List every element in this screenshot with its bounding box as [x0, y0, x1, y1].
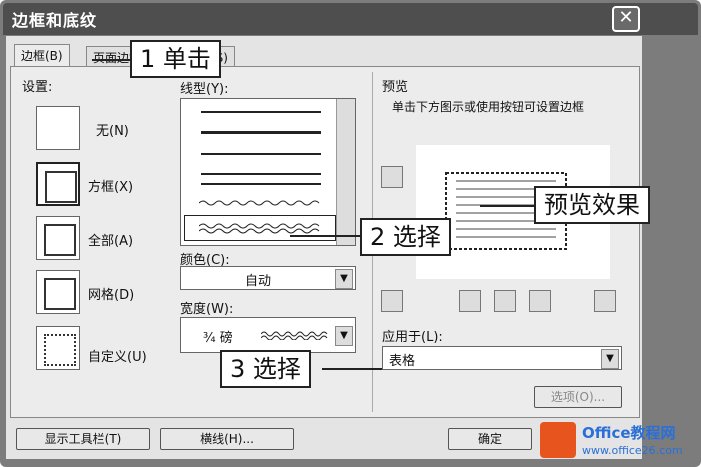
line-style-option[interactable] [201, 183, 321, 185]
line-style-option[interactable] [201, 131, 321, 134]
options-button[interactable]: 选项(O)... [534, 386, 622, 408]
line-style-label: 线型(Y): [180, 82, 229, 97]
left-border-icon[interactable] [459, 290, 481, 312]
selected-wavy-option[interactable] [184, 215, 336, 241]
callout-select-apply: 3 选择 [220, 350, 311, 388]
logo-url: www.office26.com [582, 444, 683, 457]
width-value: ¾ 磅 [203, 331, 233, 346]
setting-box-label[interactable]: 方框(X) [88, 176, 133, 195]
line-style-option[interactable] [201, 173, 321, 175]
settings-header: 设置: [22, 80, 53, 95]
line-style-scrollbar[interactable] [336, 99, 355, 245]
setting-grid-label[interactable]: 网格(D) [88, 284, 134, 303]
chevron-down-icon[interactable]: ▼ [601, 349, 619, 369]
callout-click: 1 单击 [130, 40, 221, 78]
office-icon [540, 422, 576, 458]
setting-none-icon[interactable] [36, 106, 80, 150]
callout-line [480, 205, 536, 207]
line-style-option[interactable] [201, 111, 321, 113]
setting-custom-icon[interactable] [36, 326, 80, 370]
width-select[interactable]: ¾ 磅 ▼ [180, 317, 356, 353]
close-button[interactable]: ✕ [612, 6, 640, 32]
line-style-list[interactable] [180, 98, 356, 246]
setting-box-icon[interactable] [36, 162, 80, 206]
setting-none-label[interactable]: 无(N) [96, 120, 129, 139]
ok-button[interactable]: 确定 [448, 428, 532, 450]
width-label: 宽度(W): [180, 302, 234, 317]
chevron-down-icon[interactable]: ▼ [335, 269, 353, 289]
top-border-icon[interactable] [381, 166, 403, 188]
right-border-icon[interactable] [529, 290, 551, 312]
preview-header: 预览 [382, 80, 409, 95]
logo-text: Office教程网 [582, 424, 676, 442]
callout-preview: 预览效果 [534, 186, 650, 224]
line-style-option[interactable] [201, 153, 321, 155]
show-toolbar-button[interactable]: 显示工具栏(T) [16, 428, 150, 450]
color-select[interactable]: 自动 ▼ [180, 266, 356, 290]
window-title: 边框和底纹 [12, 11, 98, 30]
tab-borders[interactable]: 边框(B) [14, 44, 70, 68]
apply-to-value: 表格 [389, 354, 416, 369]
horizontal-line-button[interactable]: 横线(H)... [160, 428, 294, 450]
callout-line [290, 235, 362, 237]
title-bar [3, 3, 698, 35]
wavy-line-option[interactable] [199, 199, 323, 207]
setting-custom-label[interactable]: 自定义(U) [88, 346, 147, 365]
chevron-down-icon[interactable]: ▼ [335, 326, 353, 346]
callout-line [92, 59, 132, 61]
office-logo: Office教程网 www.office26.com [540, 418, 698, 464]
preview-hint: 单击下方图示或使用按钮可设置边框 [392, 100, 585, 114]
diagonal-up-icon[interactable] [594, 290, 616, 312]
color-value: 自动 [245, 274, 272, 289]
center-border-icon[interactable] [494, 290, 516, 312]
callout-select-line: 2 选择 [360, 218, 451, 256]
setting-grid-icon[interactable] [36, 270, 80, 314]
apply-to-label: 应用于(L): [382, 330, 443, 345]
setting-all-label[interactable]: 全部(A) [88, 230, 133, 249]
setting-all-icon[interactable] [36, 216, 80, 260]
diagonal-down-icon[interactable] [381, 290, 403, 312]
callout-line [322, 368, 382, 370]
apply-to-select[interactable]: 表格 ▼ [382, 346, 622, 370]
